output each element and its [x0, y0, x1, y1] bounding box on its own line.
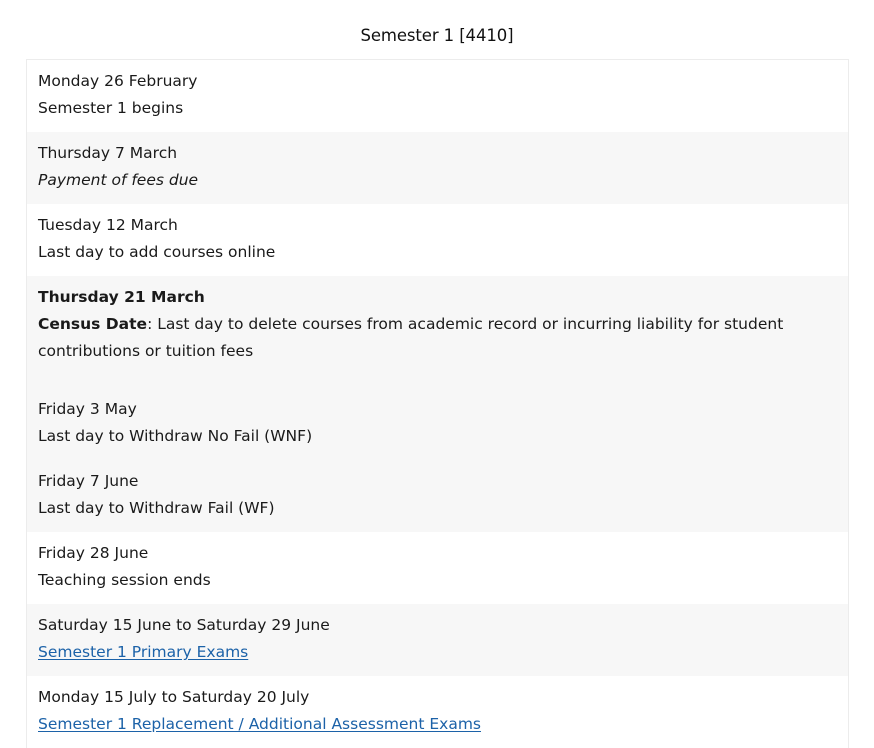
event-date: Friday 3 May: [38, 400, 137, 418]
event-date: Monday 15 July to Saturday 20 July: [38, 688, 310, 706]
census-date-label: Census Date: [38, 315, 148, 333]
event-date: Tuesday 12 March: [38, 216, 178, 234]
table-row: Friday 7 June Last day to Withdraw Fail …: [27, 460, 848, 532]
table-row: Friday 28 June Teaching session ends: [27, 532, 848, 604]
event-date: Friday 7 June: [38, 472, 139, 490]
event-description: Last day to add courses online: [38, 243, 276, 261]
event-description: Payment of fees due: [38, 171, 199, 189]
primary-exams-link[interactable]: Semester 1 Primary Exams: [38, 643, 248, 661]
event-description: Semester 1 begins: [38, 99, 184, 117]
table-row: Thursday 7 March Payment of fees due: [27, 132, 848, 204]
table-row: Monday 26 February Semester 1 begins: [27, 60, 848, 132]
event-description: Semester 1 Primary Exams: [38, 639, 837, 666]
event-description: Teaching session ends: [38, 571, 211, 589]
event-description: Last day to Withdraw Fail (WF): [38, 499, 275, 517]
table-row: Tuesday 12 March Last day to add courses…: [27, 204, 848, 276]
replacement-exams-link[interactable]: Semester 1 Replacement / Additional Asse…: [38, 715, 481, 733]
table-row: Monday 15 July to Saturday 20 July Semes…: [27, 676, 848, 748]
event-description: Census Date: Last day to delete courses …: [38, 311, 837, 365]
event-date: Saturday 15 June to Saturday 29 June: [38, 616, 330, 634]
key-dates-table: Monday 26 February Semester 1 begins Thu…: [26, 59, 849, 748]
census-date-text: : Last day to delete courses from academ…: [38, 315, 784, 360]
event-date: Monday 26 February: [38, 72, 198, 90]
event-date: Friday 28 June: [38, 544, 149, 562]
page-title: Semester 1 [4410]: [360, 26, 514, 45]
event-description: Last day to Withdraw No Fail (WNF): [38, 427, 313, 445]
table-row-census-date: Thursday 21 March Census Date: Last day …: [27, 276, 848, 388]
table-row: Saturday 15 June to Saturday 29 June Sem…: [27, 604, 848, 676]
table-row: Friday 3 May Last day to Withdraw No Fai…: [27, 388, 848, 460]
event-date: Thursday 7 March: [38, 144, 178, 162]
event-date: Thursday 21 March: [38, 288, 205, 306]
event-description: Semester 1 Replacement / Additional Asse…: [38, 711, 837, 738]
